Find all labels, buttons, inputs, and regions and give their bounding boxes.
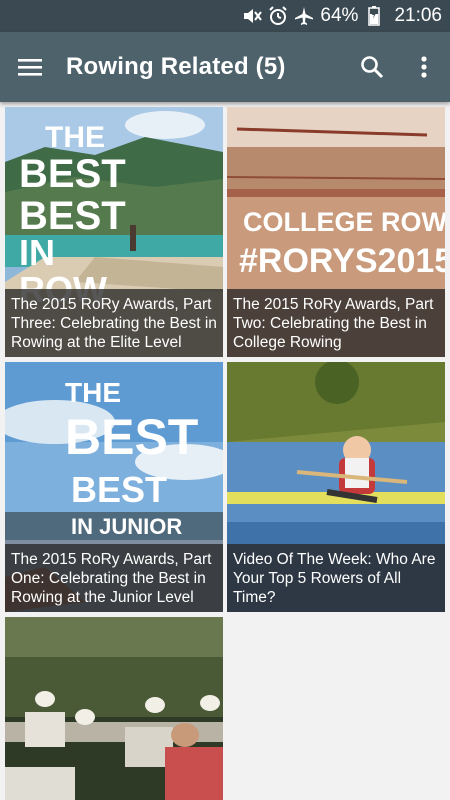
article-title: Video Of The Week: Who Are Your Top 5 Ro… bbox=[227, 544, 445, 612]
mute-icon bbox=[242, 6, 263, 26]
airplane-icon bbox=[294, 6, 314, 26]
clock: 21:06 bbox=[394, 5, 442, 26]
overflow-menu-button[interactable] bbox=[398, 32, 450, 102]
article-thumbnail bbox=[5, 617, 223, 800]
article-card[interactable] bbox=[5, 617, 223, 800]
thumb-text-best-2: BEST bbox=[71, 469, 167, 510]
status-bar: 64% 21:06 bbox=[0, 0, 450, 32]
thumb-text-hashtag: #RORYS2015 bbox=[239, 242, 445, 280]
thumb-text-the: THE bbox=[65, 377, 121, 408]
thumb-text-best: BEST bbox=[19, 152, 126, 196]
hamburger-menu-icon bbox=[18, 59, 42, 76]
article-title: The 2015 RoRy Awards, Part One: Celebrat… bbox=[5, 544, 223, 612]
hamburger-menu-button[interactable] bbox=[0, 32, 60, 102]
app-bar: Rowing Related (5) bbox=[0, 32, 450, 102]
thumb-text-in-junior: IN JUNIOR bbox=[71, 514, 182, 539]
article-title: The 2015 RoRy Awards, Part Three: Celebr… bbox=[5, 289, 223, 357]
article-card[interactable]: THE BEST BEST IN JUNIOR The 2015 RoRy Aw… bbox=[5, 362, 223, 612]
alarm-icon bbox=[268, 6, 288, 26]
thumb-text-in: IN bbox=[19, 232, 55, 273]
article-card[interactable]: COLLEGE ROWING #RORYS2015 The 2015 RoRy … bbox=[227, 107, 445, 357]
search-icon bbox=[361, 56, 384, 79]
thumb-text-the: THE bbox=[45, 121, 105, 154]
search-button[interactable] bbox=[346, 32, 398, 102]
article-title: The 2015 RoRy Awards, Part Two: Celebrat… bbox=[227, 289, 445, 357]
overflow-menu-icon bbox=[421, 56, 427, 78]
thumb-text-best: BEST bbox=[65, 409, 198, 465]
battery-icon bbox=[364, 6, 384, 26]
thumb-text-college-rowing: COLLEGE ROWING bbox=[243, 207, 445, 237]
battery-percentage: 64% bbox=[320, 5, 359, 26]
article-grid: THE BEST BEST IN ROW The 2015 RoRy Award… bbox=[0, 102, 450, 800]
article-card[interactable]: Video Of The Week: Who Are Your Top 5 Ro… bbox=[227, 362, 445, 612]
article-card[interactable]: THE BEST BEST IN ROW The 2015 RoRy Award… bbox=[5, 107, 223, 357]
page-title: Rowing Related (5) bbox=[66, 53, 286, 80]
